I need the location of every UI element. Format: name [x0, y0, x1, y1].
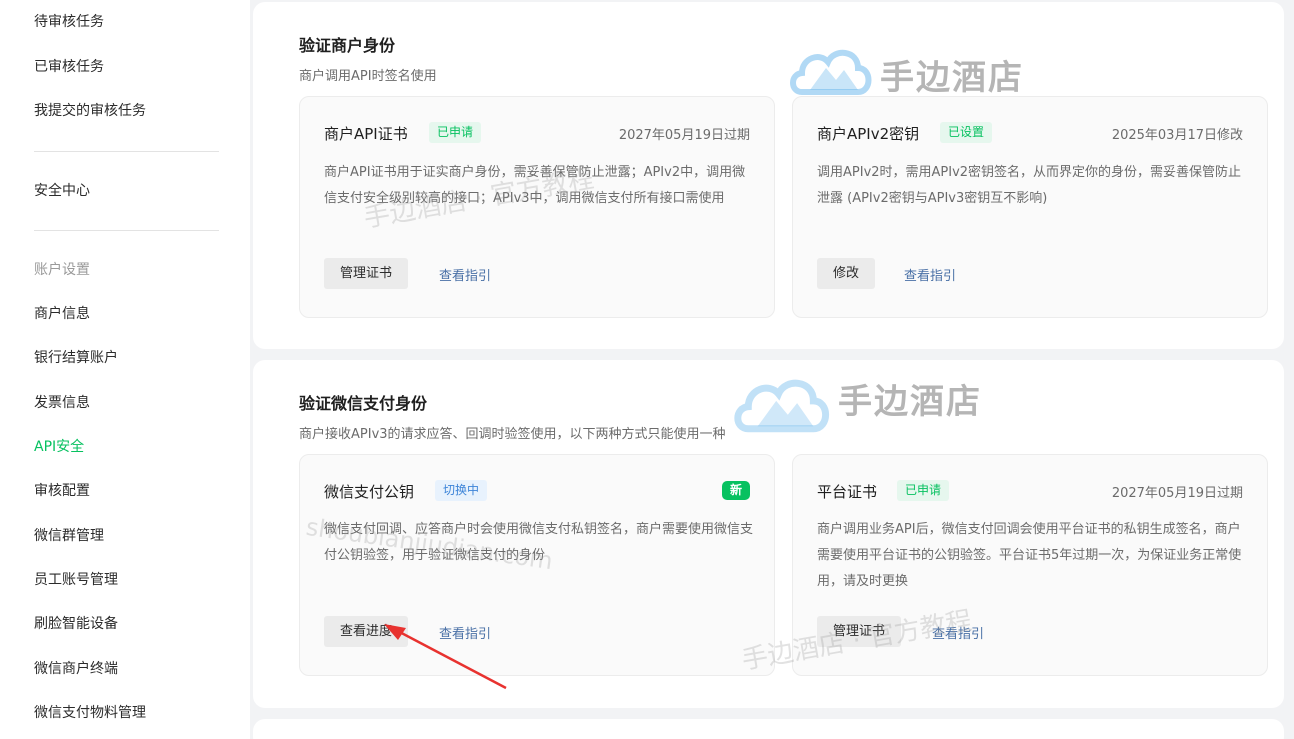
card-title: 平台证书: [817, 483, 878, 501]
modify-button[interactable]: 修改: [817, 258, 876, 289]
card-title: 微信支付公钥: [324, 483, 415, 501]
sidebar-item-staff-accounts[interactable]: 员工账号管理: [34, 570, 118, 590]
manage-cert-button[interactable]: 管理证书: [817, 616, 902, 647]
status-badge: 已申请: [429, 122, 482, 143]
view-progress-button[interactable]: 查看进度: [324, 616, 409, 647]
sidebar-item-invoice[interactable]: 发票信息: [34, 393, 90, 413]
sidebar-item-merchant-terminal[interactable]: 微信商户终端: [34, 659, 118, 679]
wechatpay-public-key-card: 微信支付公钥 切换中 新 微信支付回调、应答商户时会使用微信支付私钥签名，商户需…: [299, 454, 775, 676]
view-guide-link[interactable]: 查看指引: [439, 265, 491, 284]
apiv2-key-card: 商户APIv2密钥 已设置 2025年03月17日修改 调用APIv2时，需用A…: [792, 96, 1268, 318]
sidebar-item-wechat-group[interactable]: 微信群管理: [34, 526, 104, 546]
card-title: 商户API证书: [324, 125, 408, 143]
next-panel: [253, 719, 1284, 739]
sidebar-divider: [34, 230, 219, 231]
sidebar-item-my-submitted[interactable]: 我提交的审核任务: [34, 101, 146, 121]
sidebar-item-merchant-info[interactable]: 商户信息: [34, 304, 90, 324]
sidebar-divider: [34, 151, 219, 152]
view-guide-link[interactable]: 查看指引: [904, 265, 956, 284]
section-description: 商户调用API时签名使用: [299, 69, 437, 84]
card-description: 微信支付回调、应答商户时会使用微信支付私钥签名，商户需要使用微信支付公钥验签，用…: [324, 522, 754, 563]
card-title: 商户APIv2密钥: [817, 125, 920, 143]
card-description: 商户API证书用于证实商户身份，需妥善保管防止泄露；APIv2中，调用微信支付安…: [324, 165, 746, 206]
sidebar-item-security-center[interactable]: 安全中心: [34, 181, 90, 201]
sidebar-item-review-config[interactable]: 审核配置: [34, 481, 90, 501]
view-guide-link[interactable]: 查看指引: [932, 623, 984, 642]
sidebar-item-bank-account[interactable]: 银行结算账户: [34, 348, 118, 368]
card-description: 商户调用业务API后，微信支付回调会使用平台证书的私钥生成签名，商户需要使用平台…: [817, 522, 1242, 589]
sidebar-item-materials[interactable]: 微信支付物料管理: [34, 703, 146, 723]
section-title: 验证商户身份: [299, 36, 396, 55]
manage-cert-button[interactable]: 管理证书: [324, 258, 409, 289]
status-badge: 切换中: [435, 480, 488, 501]
sidebar-nav: 待审核任务 已审核任务 我提交的审核任务 安全中心 账户设置 商户信息 银行结算…: [0, 0, 250, 739]
merchant-api-cert-card: 商户API证书 已申请 2027年05月19日过期 商户API证书用于证实商户身…: [299, 96, 775, 318]
status-badge: 已申请: [897, 480, 950, 501]
card-description: 调用APIv2时，需用APIv2密钥签名，从而界定你的身份，需妥善保管防止泄露 …: [817, 165, 1242, 206]
status-badge: 已设置: [940, 122, 993, 143]
sidebar-item-face-devices[interactable]: 刷脸智能设备: [34, 614, 118, 634]
sidebar-item-pending-review[interactable]: 待审核任务: [34, 12, 104, 32]
new-badge: 新: [722, 481, 750, 500]
modified-date: 2025年03月17日修改: [1111, 128, 1243, 143]
merchant-identity-panel: 验证商户身份 商户调用API时签名使用 商户API证书 已申请 2027年05月…: [253, 2, 1284, 349]
section-description: 商户接收APIv3的请求应答、回调时验签使用，以下两种方式只能使用一种: [299, 427, 726, 442]
sidebar-item-api-security[interactable]: API安全: [34, 437, 84, 457]
sidebar-item-reviewed[interactable]: 已审核任务: [34, 57, 104, 77]
expiry-date: 2027年05月19日过期: [618, 128, 750, 143]
view-guide-link[interactable]: 查看指引: [439, 623, 491, 642]
expiry-date: 2027年05月19日过期: [1111, 486, 1243, 501]
platform-cert-card: 平台证书 已申请 2027年05月19日过期 商户调用业务API后，微信支付回调…: [792, 454, 1268, 676]
wechatpay-identity-panel: 验证微信支付身份 商户接收APIv3的请求应答、回调时验签使用，以下两种方式只能…: [253, 360, 1284, 708]
section-title: 验证微信支付身份: [299, 394, 428, 413]
sidebar-group-account-settings: 账户设置: [34, 262, 90, 278]
